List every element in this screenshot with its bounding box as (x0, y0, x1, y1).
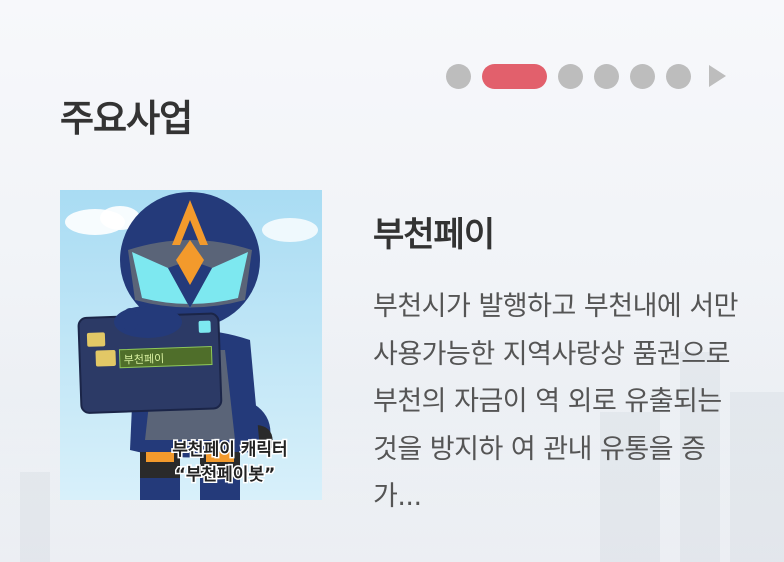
slide-pagination (446, 63, 726, 89)
card-label-text: 부천페이 (124, 351, 165, 366)
caption-line-2: “부천페이봇” (175, 465, 276, 485)
section-title: 주요사업 (60, 97, 193, 140)
caption-line-1: 부천페이 캐릭터 (172, 440, 287, 460)
play-arrow-icon[interactable] (709, 65, 726, 87)
pagination-dot-1[interactable] (446, 63, 471, 89)
item-description: 부천시가 발행하고 부천내에 서만 사용가능한 지역사랑상 품권으로 부천의 자… (373, 291, 739, 512)
pagination-dot-5[interactable] (630, 63, 655, 89)
item-thumbnail[interactable]: 부천페이 부천페이 캐릭터 “부천페이봇” (60, 190, 322, 500)
pagination-dot-3[interactable] (558, 63, 583, 89)
item-title[interactable]: 부천페이 (373, 207, 495, 256)
pagination-dot-6[interactable] (666, 63, 691, 89)
bucheonpay-character-illustration: 부천페이 부천페이 캐릭터 “부천페이봇” (60, 190, 322, 500)
pagination-dot-2-active[interactable] (482, 63, 547, 89)
pagination-dot-4[interactable] (594, 63, 619, 89)
